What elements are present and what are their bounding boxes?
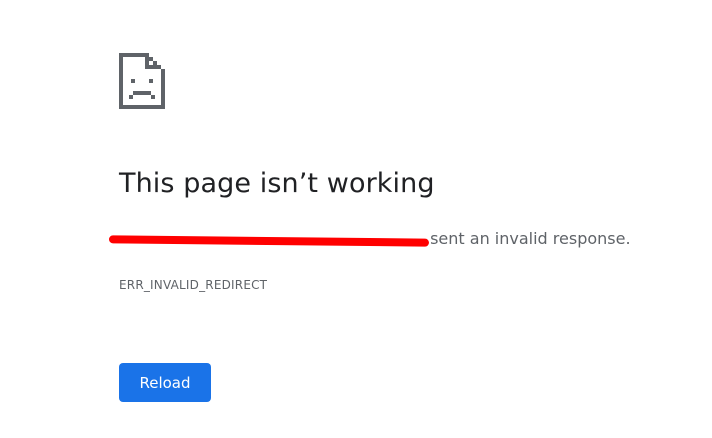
page-title: This page isn’t working	[119, 168, 435, 199]
error-page: This page isn’t working sent an invalid …	[0, 0, 712, 438]
error-code: ERR_INVALID_REDIRECT	[119, 278, 268, 292]
reload-button[interactable]: Reload	[119, 363, 211, 402]
error-message-suffix: sent an invalid response.	[430, 229, 631, 248]
sad-page-icon	[119, 53, 165, 109]
redacted-hostname	[108, 229, 430, 248]
error-message: sent an invalid response.	[108, 229, 631, 248]
redaction-mark	[108, 235, 430, 247]
